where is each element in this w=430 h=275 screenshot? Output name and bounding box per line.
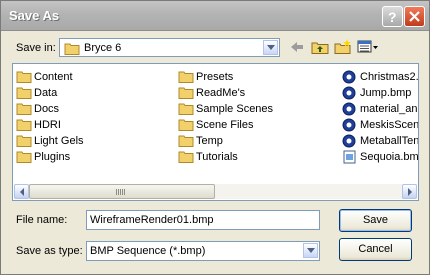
folder-icon xyxy=(178,103,194,115)
dialog-title: Save As xyxy=(9,8,60,23)
close-icon xyxy=(409,11,420,22)
save-as-type-label: Save as type: xyxy=(16,245,83,257)
save-as-type-value: BMP Sequence (*.bmp) xyxy=(90,245,206,257)
folder-icon xyxy=(64,43,80,55)
scroll-right-button[interactable] xyxy=(402,184,417,199)
chevron-left-icon xyxy=(20,188,24,196)
file-name-label: File name: xyxy=(16,214,68,226)
bryce-file-icon xyxy=(342,70,356,84)
back-arrow-icon[interactable] xyxy=(289,39,305,55)
item-label: Data xyxy=(34,87,58,99)
cancel-button[interactable]: Cancel xyxy=(339,238,412,261)
item-label: Light Gels xyxy=(34,135,84,147)
item-label: Christmas2.l xyxy=(360,71,419,83)
folder-icon xyxy=(16,71,32,83)
save-in-dropdown[interactable]: Bryce 6 xyxy=(59,38,280,57)
folder-icon xyxy=(16,87,32,99)
save-button[interactable]: Save xyxy=(339,209,412,232)
views-menu-icon[interactable] xyxy=(357,39,379,55)
image-file-icon xyxy=(343,150,356,164)
save-as-type-dropdown[interactable]: BMP Sequence (*.bmp) xyxy=(86,241,320,261)
item-label: Docs xyxy=(34,103,60,115)
folder-icon xyxy=(16,119,32,131)
help-button[interactable]: ? xyxy=(382,6,403,27)
item-label: Content xyxy=(34,71,73,83)
folder-icon xyxy=(16,151,32,163)
svg-text:?: ? xyxy=(388,9,397,24)
question-icon: ? xyxy=(388,9,397,24)
title-bar[interactable]: Save As ? xyxy=(1,1,429,31)
bryce-file-icon xyxy=(342,102,356,116)
file-list[interactable]: Content Data Docs HDRI Light Gels Plugin… xyxy=(12,63,419,201)
folder-icon xyxy=(178,151,194,163)
scrollbar-grip xyxy=(116,189,125,195)
folder-icon xyxy=(16,135,32,147)
item-label: Temp xyxy=(196,135,223,147)
folder-icon xyxy=(178,119,194,131)
close-button[interactable] xyxy=(404,6,425,27)
item-label: Tutorials xyxy=(196,151,238,163)
horizontal-scrollbar[interactable] xyxy=(14,184,417,199)
file-name-input[interactable]: WireframeRender01.bmp xyxy=(86,210,320,230)
item-label: Sequoia.bmp xyxy=(360,151,419,163)
item-label: MetaballTen xyxy=(360,135,419,147)
folder-icon xyxy=(178,87,194,99)
item-label: HDRI xyxy=(34,119,61,131)
bryce-file-icon xyxy=(342,118,356,132)
save-in-dropdown-arrow[interactable] xyxy=(263,40,278,55)
save-in-value: Bryce 6 xyxy=(84,42,122,54)
chevron-down-icon xyxy=(267,45,275,50)
item-label: Presets xyxy=(196,71,234,83)
chevron-down-icon xyxy=(307,248,315,253)
up-folder-icon[interactable] xyxy=(311,39,329,55)
item-label: ReadMe's xyxy=(196,87,246,99)
file-name-value: WireframeRender01.bmp xyxy=(90,214,214,226)
bryce-file-icon xyxy=(342,134,356,148)
bryce-file-icon xyxy=(342,86,356,100)
scrollbar-thumb[interactable] xyxy=(29,184,215,199)
item-label: material_ani xyxy=(360,103,419,115)
new-folder-icon[interactable] xyxy=(334,39,352,55)
folder-icon xyxy=(178,135,194,147)
folder-icon xyxy=(178,71,194,83)
item-label: Plugins xyxy=(34,151,71,163)
scroll-left-button[interactable] xyxy=(14,184,29,199)
item-label: MeskisScene xyxy=(360,119,419,131)
folder-icon xyxy=(16,103,32,115)
item-label: Sample Scenes xyxy=(196,103,274,115)
save-as-dialog: Save As ? Save in: Bryce 6 Content Data … xyxy=(0,0,430,275)
save-in-label: Save in: xyxy=(16,42,56,54)
item-label: Scene Files xyxy=(196,119,254,131)
chevron-right-icon xyxy=(408,188,412,196)
item-label: Jump.bmp xyxy=(360,87,412,99)
save-as-type-dropdown-arrow[interactable] xyxy=(303,243,318,258)
